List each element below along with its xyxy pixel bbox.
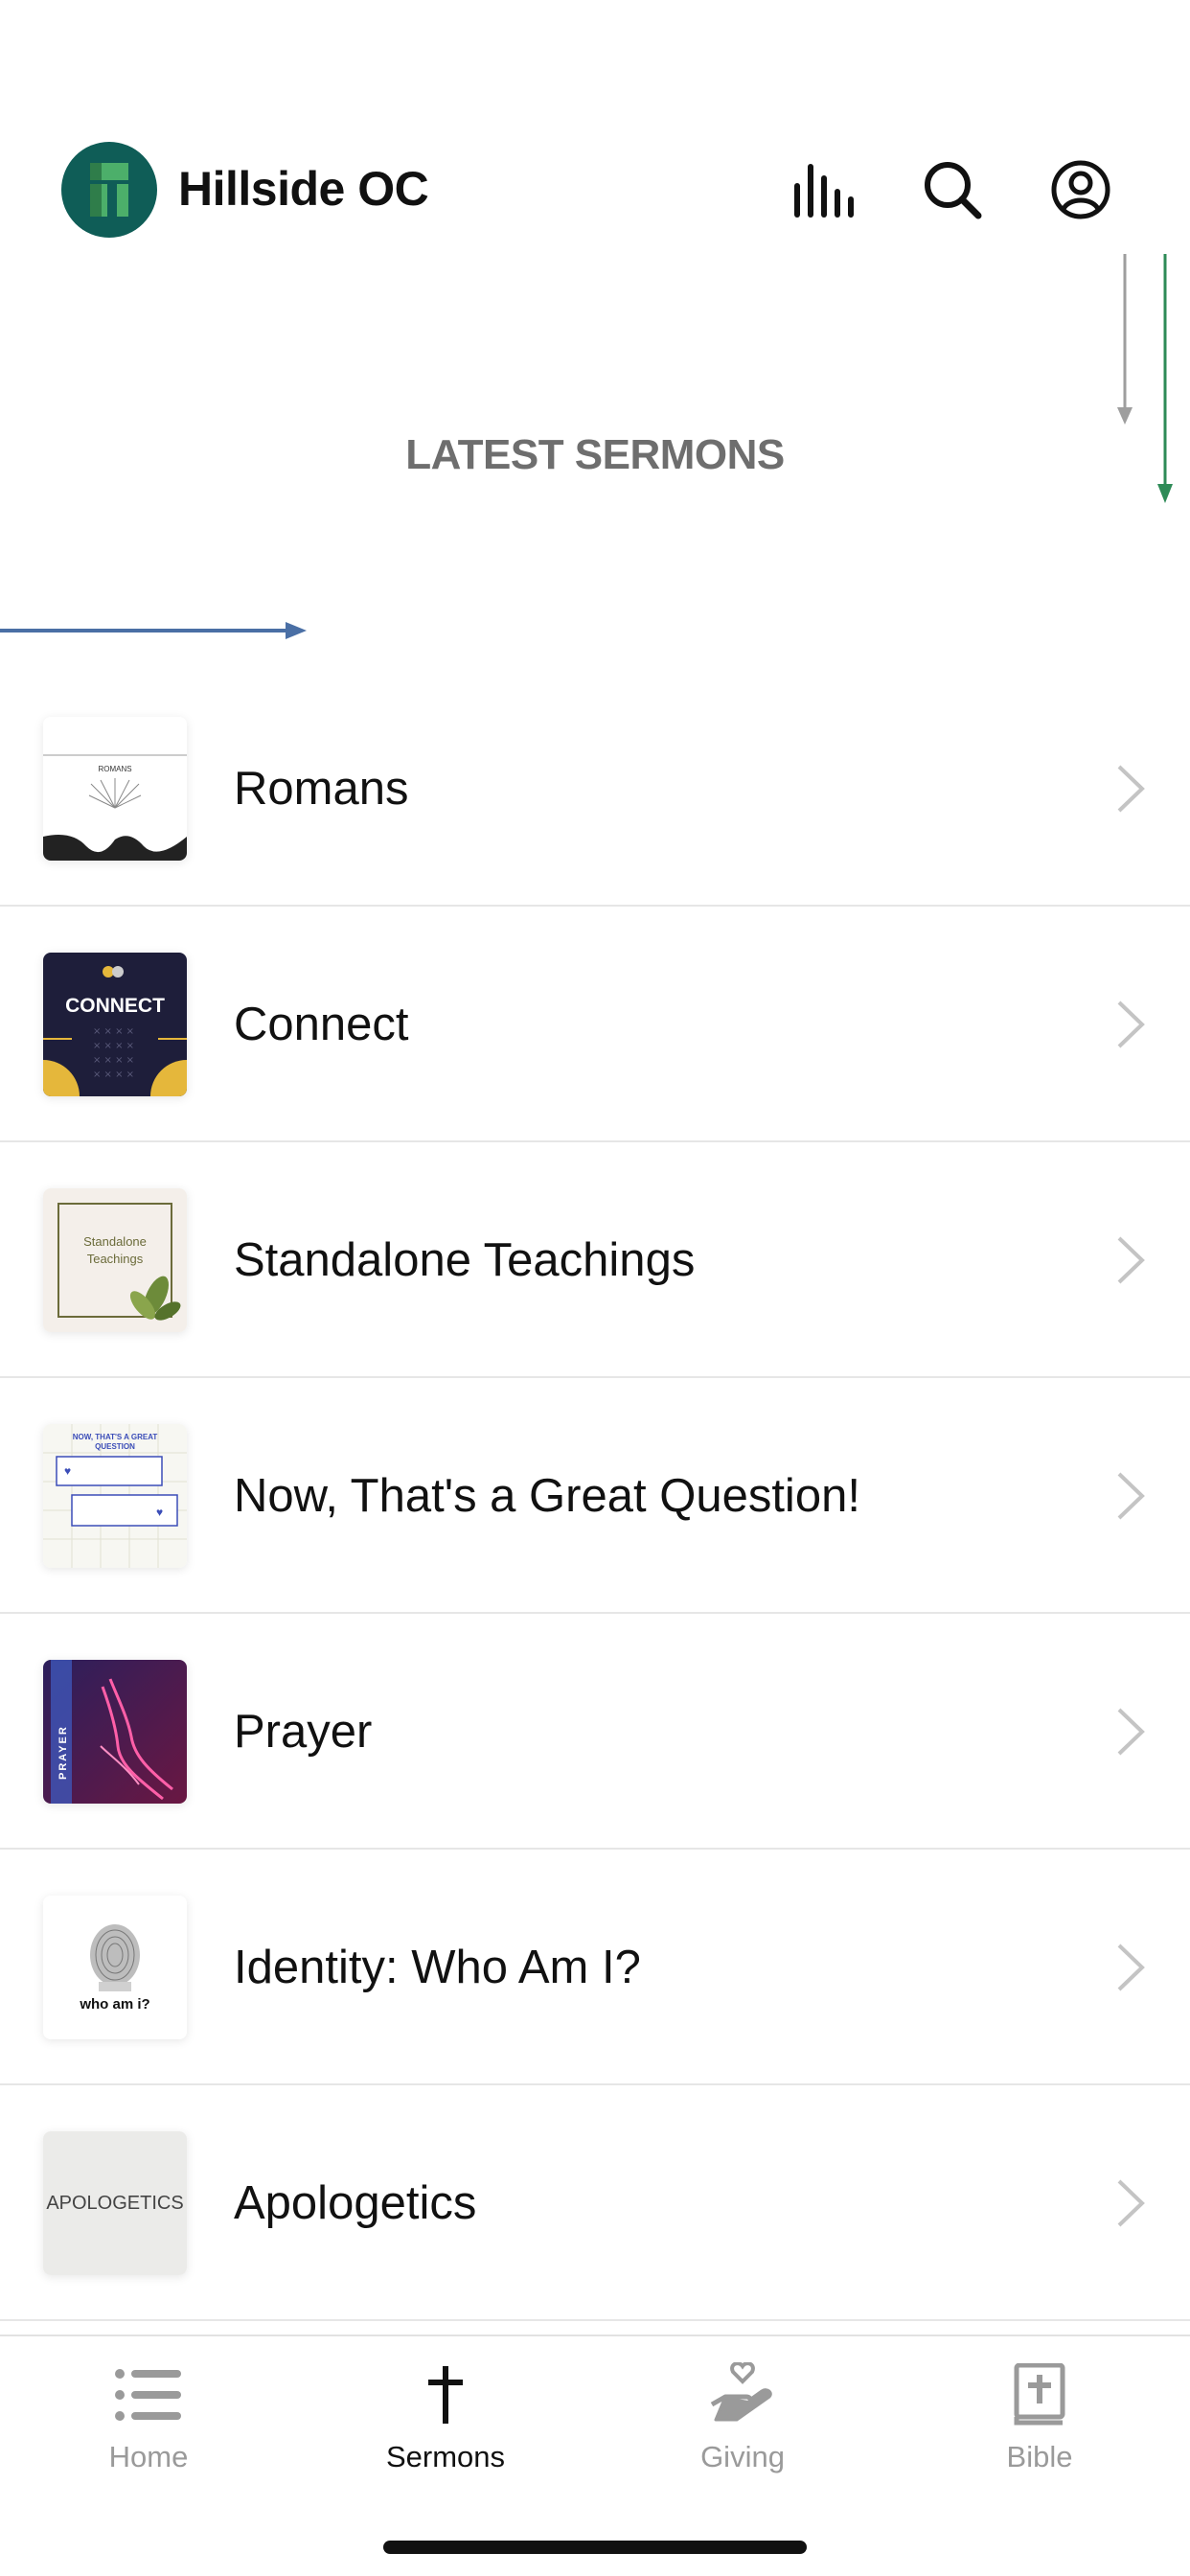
series-thumbnail: who am i? [43, 1896, 187, 2039]
series-thumbnail: PRAYER [43, 1660, 187, 1804]
search-icon[interactable] [918, 155, 987, 224]
series-label: Standalone Teachings [234, 1234, 696, 1286]
sermon-series-list: ROMANS Romans CONNECT × × × × × × × × × … [0, 671, 1190, 2321]
svg-text:PRAYER: PRAYER [57, 1725, 69, 1780]
series-row-identity[interactable]: who am i? Identity: Who Am I? [0, 1850, 1190, 2085]
thumb-text: ROMANS [98, 765, 131, 773]
tab-bible[interactable]: Bible [891, 2336, 1188, 2480]
tab-label: Giving [700, 2440, 785, 2473]
series-row-standalone-teachings[interactable]: Standalone Teachings Standalone Teaching… [0, 1142, 1190, 1378]
tab-label: Bible [1006, 2440, 1073, 2473]
tab-giving[interactable]: Giving [594, 2336, 891, 2480]
chevron-right-icon [1117, 1000, 1145, 1048]
series-row-great-question[interactable]: NOW, THAT'S A GREAT QUESTION ♥ ♥ Now, Th… [0, 1378, 1190, 1614]
series-thumbnail: CONNECT × × × × × × × × × × × × × × × × [43, 953, 187, 1096]
series-label: Romans [234, 763, 409, 815]
chevron-right-icon [1117, 1236, 1145, 1284]
series-row-romans[interactable]: ROMANS Romans [0, 671, 1190, 907]
church-logo[interactable] [61, 142, 157, 238]
giving-hand-icon [704, 2360, 781, 2429]
thumb-text: who am i? [79, 1996, 149, 2012]
bible-icon [1001, 2360, 1078, 2429]
thumb-text: APOLOGETICS [46, 2193, 183, 2214]
series-label: Identity: Who Am I? [234, 1942, 641, 1993]
decorative-arrow-blue [0, 622, 307, 639]
svg-text:♥: ♥ [64, 1464, 71, 1478]
chevron-right-icon [1117, 2179, 1145, 2227]
series-row-connect[interactable]: CONNECT × × × × × × × × × × × × × × × × Co… [0, 907, 1190, 1142]
series-label: Now, That's a Great Question! [234, 1470, 860, 1522]
decorative-arrow-gray [1117, 254, 1133, 425]
svg-text:× × × ×: × × × × [93, 1041, 134, 1051]
chevron-right-icon [1117, 1944, 1145, 1991]
chevron-right-icon [1117, 765, 1145, 813]
chevron-right-icon [1117, 1708, 1145, 1756]
series-thumbnail: ROMANS [43, 717, 187, 861]
svg-text:Standalone: Standalone [83, 1234, 147, 1249]
list-icon [110, 2360, 187, 2429]
thumb-text: CONNECT [65, 995, 165, 1017]
series-label: Apologetics [234, 2177, 477, 2229]
series-thumbnail: APOLOGETICS [43, 2131, 187, 2275]
profile-icon[interactable] [1046, 155, 1115, 224]
tab-label: Home [108, 2440, 189, 2473]
series-label: Connect [234, 999, 409, 1050]
status-bar [0, 0, 1190, 125]
chevron-right-icon [1117, 1472, 1145, 1520]
home-indicator[interactable] [383, 2541, 807, 2554]
svg-text:× × × ×: × × × × [93, 1070, 134, 1080]
svg-text:♥: ♥ [156, 1506, 163, 1519]
app-header: Hillside OC [0, 125, 1190, 254]
svg-text:NOW, THAT'S A GREAT: NOW, THAT'S A GREAT [73, 1433, 158, 1441]
app-title: Hillside OC [178, 162, 429, 216]
series-row-apologetics[interactable]: APOLOGETICS Apologetics [0, 2085, 1190, 2321]
bar-chart-icon[interactable] [791, 155, 860, 224]
cross-icon [407, 2360, 484, 2429]
series-row-prayer[interactable]: PRAYER Prayer [0, 1614, 1190, 1850]
series-thumbnail: NOW, THAT'S A GREAT QUESTION ♥ ♥ [43, 1424, 187, 1568]
series-label: Prayer [234, 1706, 373, 1758]
svg-text:× × × ×: × × × × [93, 1026, 134, 1037]
svg-text:Teachings: Teachings [87, 1252, 144, 1266]
tab-home[interactable]: Home [0, 2336, 297, 2480]
series-thumbnail: Standalone Teachings [43, 1188, 187, 1332]
latest-sermons-hero: LATEST SERMONS [0, 254, 1190, 676]
svg-text:× × × ×: × × × × [93, 1055, 134, 1066]
svg-text:QUESTION: QUESTION [95, 1442, 135, 1451]
tab-sermons[interactable]: Sermons [297, 2336, 594, 2480]
hero-title: LATEST SERMONS [405, 431, 785, 478]
tab-label: Sermons [385, 2440, 506, 2473]
